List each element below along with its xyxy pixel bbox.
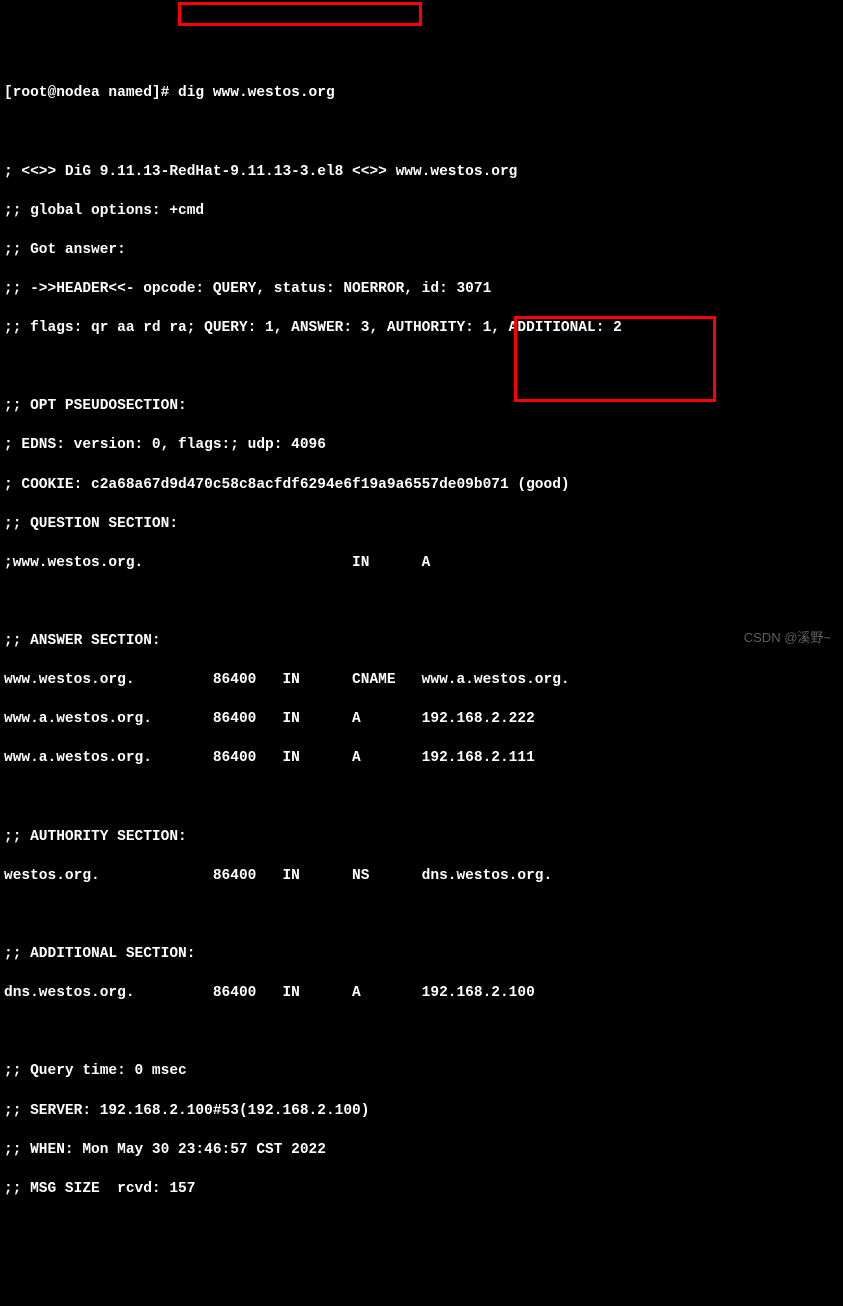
answer-row: www.a.westos.org. 86400 IN A 192.168.2.1… [4,749,839,769]
header-line: ;; ->>HEADER<<- opcode: QUERY, status: N… [4,280,839,300]
flags-line: ;; flags: qr aa rd ra; QUERY: 1, ANSWER:… [4,319,839,339]
edns-line: ; EDNS: version: 0, flags:; udp: 4096 [4,436,839,456]
when-line: ;; WHEN: Mon May 30 23:46:57 CST 2022 [4,1141,839,1161]
query-time-line: ;; Query time: 0 msec [4,1062,839,1082]
answer-row: www.a.westos.org. 86400 IN A 192.168.2.2… [4,710,839,730]
blank-line [4,1023,839,1043]
answer-title: ;; ANSWER SECTION: [4,632,839,652]
blank-line [4,906,839,926]
highlight-command-box [178,2,422,26]
watermark-text: CSDN @溪野~ [744,629,831,647]
blank-line [4,789,839,809]
msg-size-line: ;; MSG SIZE rcvd: 157 [4,1180,839,1200]
opt-title: ;; OPT PSEUDOSECTION: [4,397,839,417]
server-line: ;; SERVER: 192.168.2.100#53(192.168.2.10… [4,1102,839,1122]
global-options-line: ;; global options: +cmd [4,202,839,222]
authority-row: westos.org. 86400 IN NS dns.westos.org. [4,867,839,887]
additional-title: ;; ADDITIONAL SECTION: [4,945,839,965]
blank-line [4,358,839,378]
question-row: ;www.westos.org. IN A [4,554,839,574]
blank-line [4,593,839,613]
answer-row: www.westos.org. 86400 IN CNAME www.a.wes… [4,671,839,691]
got-answer-line: ;; Got answer: [4,241,839,261]
command-text: dig www.westos.org [178,85,335,101]
prompt-prefix: [root@nodea named]# [4,85,178,101]
additional-row: dns.westos.org. 86400 IN A 192.168.2.100 [4,984,839,1004]
blank-line [4,123,839,143]
cookie-line: ; COOKIE: c2a68a67d9d470c58c8acfdf6294e6… [4,476,839,496]
question-title: ;; QUESTION SECTION: [4,515,839,535]
prompt-line: [root@nodea named]# dig www.westos.org [4,84,839,104]
authority-title: ;; AUTHORITY SECTION: [4,828,839,848]
version-line: ; <<>> DiG 9.11.13-RedHat-9.11.13-3.el8 … [4,163,839,183]
